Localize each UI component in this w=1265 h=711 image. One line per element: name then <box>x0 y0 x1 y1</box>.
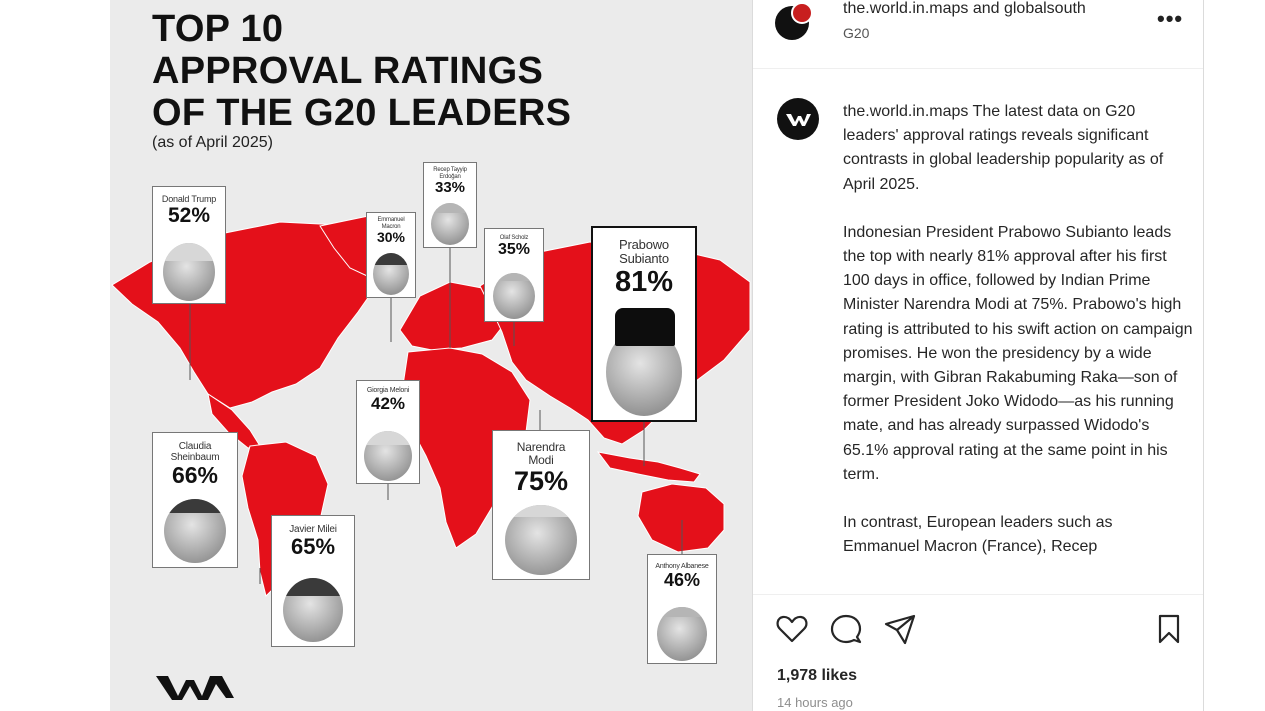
post-side-panel: the.world.in.maps and globalsouth G20 ••… <box>752 0 1204 711</box>
caption-paragraph: the.world.in.maps The latest data on G20… <box>843 100 1193 197</box>
connector-lines <box>189 248 683 584</box>
post-caption: the.world.in.maps The latest data on G20… <box>843 100 1193 592</box>
post-image[interactable]: TOP 10 APPROVAL RATINGS OF THE G20 LEADE… <box>110 0 752 711</box>
bookmark-icon[interactable] <box>1152 612 1186 646</box>
header-divider <box>753 68 1203 69</box>
author-avatar[interactable] <box>775 2 813 40</box>
caption-username[interactable]: the.world.in.maps <box>843 103 968 120</box>
comment-icon[interactable] <box>829 612 863 646</box>
caption-avatar[interactable] <box>777 98 819 140</box>
caption-paragraph: In contrast, European leaders such as Em… <box>843 514 1113 556</box>
actions-divider <box>753 594 1203 595</box>
likes-count[interactable]: 1,978 likes <box>777 667 857 685</box>
post-timestamp[interactable]: 14 hours ago <box>777 695 853 710</box>
avatar-logo-icon <box>786 114 811 126</box>
collab-avatar <box>791 2 813 24</box>
share-icon[interactable] <box>883 612 917 646</box>
brand-logo <box>156 676 234 700</box>
more-horizontal-icon: ••• <box>1157 6 1184 31</box>
caption-paragraph: Indonesian President Prabowo Subianto le… <box>843 223 1193 483</box>
more-options-button[interactable]: ••• <box>1157 6 1183 32</box>
heart-icon[interactable] <box>775 612 809 646</box>
author-handle[interactable]: the.world.in.maps and globalsouth <box>843 0 1086 18</box>
post-location[interactable]: G20 <box>843 25 869 41</box>
